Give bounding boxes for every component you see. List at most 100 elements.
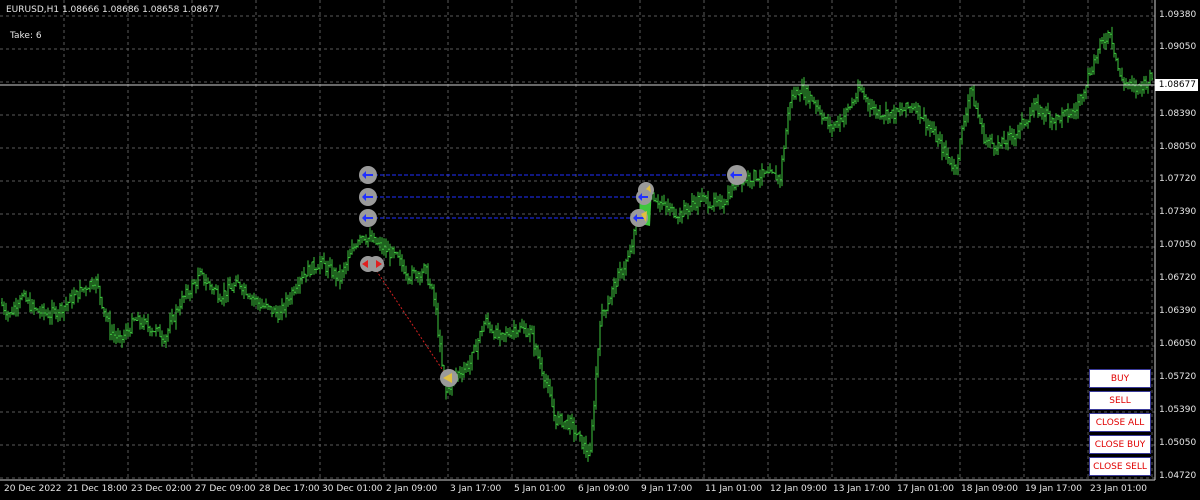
price-bar xyxy=(239,281,241,290)
price-bar xyxy=(1149,69,1151,85)
buy-arrow-marker[interactable] xyxy=(727,165,747,185)
price-bar xyxy=(405,265,407,281)
price-bar xyxy=(711,205,713,210)
price-bar xyxy=(187,284,189,299)
price-bar xyxy=(903,107,905,112)
symbol-header: EURUSD,H1 1.08666 1.08686 1.08658 1.0867… xyxy=(6,5,220,15)
price-bar xyxy=(877,108,879,119)
price-bar xyxy=(477,338,479,360)
price-bar xyxy=(111,324,113,341)
price-bar xyxy=(811,94,813,102)
sell-button[interactable]: SELL xyxy=(1089,391,1151,410)
price-bar xyxy=(821,109,823,125)
price-tick: 1.07050 xyxy=(1159,240,1197,250)
price-bar xyxy=(401,254,403,272)
buy-arrow-marker[interactable] xyxy=(359,166,377,184)
price-bar xyxy=(1151,72,1153,81)
price-bar xyxy=(219,293,221,302)
price-bar xyxy=(73,287,75,305)
time-tick: 9 Jan 17:00 xyxy=(641,484,693,494)
price-bar xyxy=(1,298,3,307)
price-bar xyxy=(947,147,949,164)
price-bar xyxy=(719,194,721,210)
price-bar xyxy=(499,329,501,346)
price-bar xyxy=(759,169,761,188)
price-bar xyxy=(491,324,493,334)
price-bar xyxy=(747,170,749,187)
price-bar xyxy=(1049,110,1051,129)
price-bar xyxy=(85,285,87,297)
price-bar xyxy=(807,84,809,104)
price-bar xyxy=(119,330,121,344)
price-bar xyxy=(973,84,975,107)
price-bar xyxy=(963,114,965,131)
time-tick: 6 Jan 09:00 xyxy=(578,484,630,494)
price-bar xyxy=(1113,42,1115,58)
price-bar xyxy=(849,106,851,111)
price-bar xyxy=(459,366,461,379)
price-bar xyxy=(305,273,307,283)
price-bar xyxy=(923,107,925,122)
price-bar xyxy=(329,257,331,268)
price-bar xyxy=(147,313,149,333)
close-marker[interactable] xyxy=(440,369,458,387)
price-bar xyxy=(1123,77,1125,91)
price-bar xyxy=(1115,52,1117,62)
price-bar xyxy=(775,165,777,181)
price-bar xyxy=(1129,79,1131,90)
price-bar xyxy=(833,121,835,132)
price-chart-canvas[interactable] xyxy=(0,0,1200,500)
price-bar xyxy=(203,272,205,286)
price-bar xyxy=(697,191,699,215)
price-bar xyxy=(101,296,103,310)
close-buy-button[interactable]: CLOSE BUY xyxy=(1089,435,1151,454)
price-bar xyxy=(693,195,695,211)
buy-arrow-marker[interactable] xyxy=(359,188,377,206)
buy-button[interactable]: BUY xyxy=(1089,369,1151,388)
buy-arrow-marker[interactable] xyxy=(359,209,377,227)
price-bar xyxy=(891,109,893,119)
price-bar xyxy=(801,78,803,95)
price-bar xyxy=(897,107,899,113)
time-tick: 12 Jan 09:00 xyxy=(770,484,827,494)
price-bar xyxy=(379,236,381,251)
price-bar xyxy=(987,137,989,148)
price-bar xyxy=(585,435,587,458)
price-bar xyxy=(183,295,185,303)
price-bar xyxy=(553,398,555,422)
price-bar xyxy=(113,323,115,343)
time-tick: 2 Jan 09:00 xyxy=(386,484,438,494)
price-bar xyxy=(527,328,529,338)
price-bar xyxy=(539,349,541,370)
price-bar xyxy=(211,283,213,295)
price-bar xyxy=(27,297,29,304)
price-bar xyxy=(395,251,397,255)
price-bar xyxy=(189,290,191,302)
price-bar xyxy=(1013,129,1015,147)
price-bar xyxy=(597,348,599,378)
price-bar xyxy=(301,271,303,285)
close-all-button[interactable]: CLOSE ALL xyxy=(1089,413,1151,432)
price-bar xyxy=(313,257,315,275)
price-bar xyxy=(871,99,873,110)
price-bar xyxy=(335,267,337,287)
close-sell-button[interactable]: CLOSE SELL xyxy=(1089,457,1151,476)
price-bar xyxy=(921,116,923,120)
price-bar xyxy=(841,117,843,123)
price-bar xyxy=(655,197,657,203)
buy-arrow-marker[interactable] xyxy=(630,209,648,227)
price-bar xyxy=(777,174,779,185)
price-bar xyxy=(819,105,821,116)
chart-window[interactable]: EURUSD,H1 1.08666 1.08686 1.08658 1.0867… xyxy=(0,0,1200,500)
price-bar xyxy=(525,323,527,338)
price-bar xyxy=(1001,136,1003,149)
price-bar xyxy=(1071,108,1073,119)
sell-arrow-marker[interactable] xyxy=(360,256,384,272)
price-bar xyxy=(209,280,211,291)
price-tick: 1.06390 xyxy=(1159,306,1197,316)
price-bar xyxy=(659,200,661,213)
price-bar xyxy=(303,267,305,279)
buy-arrow-marker[interactable] xyxy=(636,189,652,205)
price-bar xyxy=(265,298,267,309)
price-bar xyxy=(251,294,253,306)
